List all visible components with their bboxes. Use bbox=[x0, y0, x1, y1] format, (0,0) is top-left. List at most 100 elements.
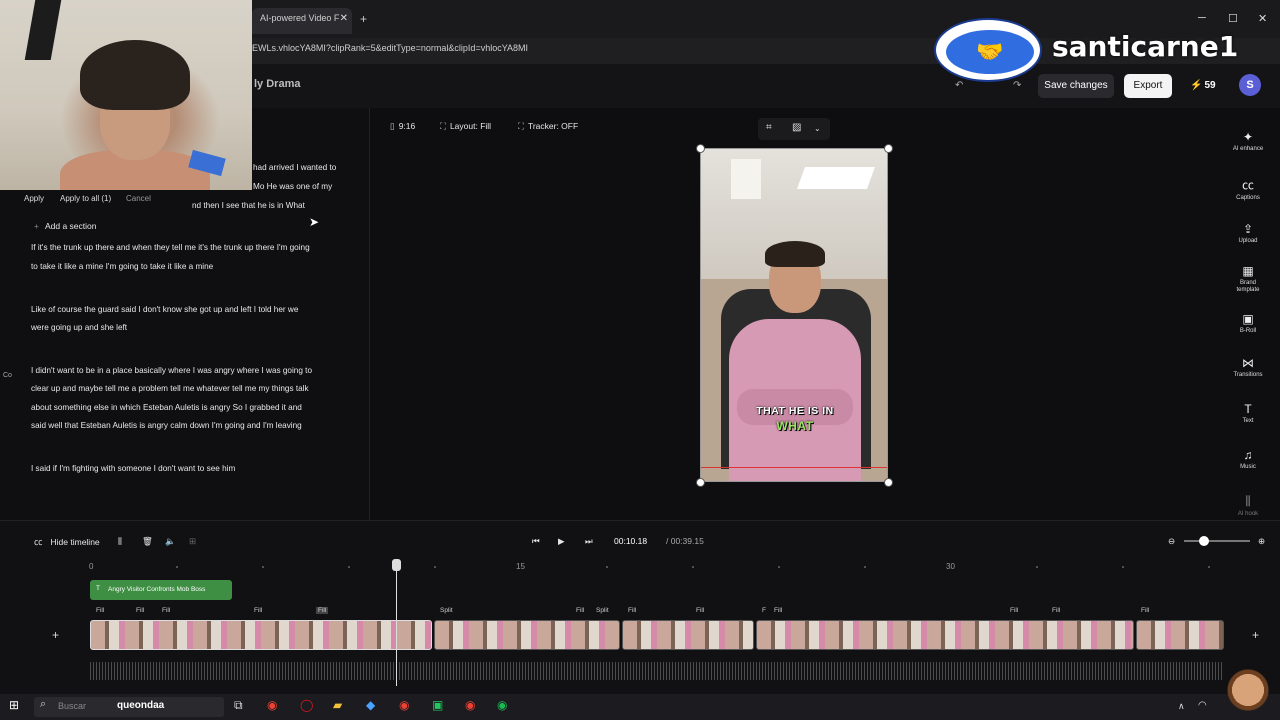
tool-label: Music bbox=[1240, 464, 1256, 470]
aspect-ratio-button[interactable]: ▯ 9:16 bbox=[390, 121, 415, 132]
mouse-cursor-icon: ➤ bbox=[309, 215, 320, 229]
zoom-slider[interactable] bbox=[1184, 540, 1250, 542]
trash-icon[interactable]: 🗑 bbox=[142, 536, 153, 547]
tool-label: Captions bbox=[1236, 195, 1260, 201]
clip-label: Fill bbox=[774, 607, 783, 614]
close-window-icon[interactable]: ✕ bbox=[1258, 12, 1267, 25]
transcript-line[interactable]: If it's the trunk up there and when they… bbox=[31, 243, 310, 252]
resize-handle[interactable] bbox=[884, 478, 893, 487]
add-clip-before-button[interactable]: + bbox=[52, 628, 59, 642]
clip-label: Fill bbox=[1052, 607, 1061, 614]
volume-icon[interactable]: 🔈 bbox=[165, 536, 176, 547]
opera-icon[interactable]: ◯ bbox=[300, 698, 313, 712]
chevron-down-icon[interactable]: ⌄ bbox=[814, 124, 821, 133]
tool-transitions[interactable]: ⋈ Transitions bbox=[1216, 356, 1280, 379]
ai-hook-icon: ⫼ bbox=[1245, 494, 1251, 508]
transcript-line[interactable]: I didn't want to be in a place basically… bbox=[31, 366, 312, 375]
transcript-line[interactable]: had arrived I wanted to bbox=[253, 163, 336, 172]
image-icon[interactable]: ▨ bbox=[792, 122, 801, 133]
transcript-line[interactable]: Like of course the guard said I don't kn… bbox=[31, 305, 298, 314]
clip-label: Split bbox=[440, 607, 453, 614]
play-icon[interactable]: ▶ bbox=[558, 536, 565, 547]
transcript-line[interactable]: clear up and maybe tell me a problem tel… bbox=[31, 384, 309, 393]
tool-ai-enhance[interactable]: ✦ AI enhance bbox=[1216, 130, 1280, 153]
transcript-line[interactable]: nd then I see that he is in What bbox=[192, 201, 305, 210]
wifi-icon[interactable]: ◠ bbox=[1198, 700, 1207, 711]
playhead-handle[interactable] bbox=[392, 559, 401, 571]
crop-icon[interactable]: ⌗ bbox=[766, 122, 772, 133]
apply-all-button[interactable]: Apply to all (1) bbox=[60, 194, 111, 203]
windows-start-icon[interactable]: ⊞ bbox=[9, 698, 19, 712]
tray-chevron-icon[interactable]: ∧ bbox=[1178, 701, 1185, 712]
ruler-tick bbox=[1036, 566, 1038, 568]
tool-ai-hook[interactable]: ⫼ AI hook bbox=[1216, 494, 1280, 518]
chrome-active-icon[interactable]: ◉ bbox=[465, 698, 475, 712]
tool-label: Text bbox=[1242, 418, 1254, 424]
tool-upload[interactable]: ⇪ Upload bbox=[1216, 222, 1280, 245]
game-app-icon[interactable]: ▣ bbox=[432, 698, 443, 712]
app-icon[interactable]: ◆ bbox=[366, 698, 375, 712]
video-progress-line bbox=[701, 467, 887, 468]
resize-handle[interactable] bbox=[696, 478, 705, 487]
layout-button[interactable]: ⛶ Layout: Fill bbox=[440, 121, 491, 132]
audio-waveform[interactable] bbox=[90, 662, 1224, 680]
skip-back-icon[interactable]: ⏮ bbox=[532, 536, 540, 547]
chrome-icon[interactable]: ◉ bbox=[399, 698, 409, 712]
add-clip-after-button[interactable]: + bbox=[1252, 628, 1259, 642]
transcript-line[interactable]: were going up and she left bbox=[31, 323, 127, 332]
video-clip[interactable] bbox=[434, 620, 620, 650]
chrome-icon[interactable]: ◉ bbox=[267, 698, 277, 712]
transcript-line[interactable]: about something else in which Esteban Au… bbox=[31, 403, 302, 412]
current-time: 00:10.18 bbox=[614, 536, 648, 546]
cancel-button[interactable]: Cancel bbox=[126, 194, 151, 203]
clip-label: Split bbox=[596, 607, 609, 614]
avatar[interactable]: S bbox=[1239, 74, 1261, 96]
transcript-line[interactable]: I said if I'm fighting with someone I do… bbox=[31, 464, 235, 473]
hide-timeline-button[interactable]: ㏄ Hide timeline bbox=[34, 536, 100, 548]
zoom-slider-handle[interactable] bbox=[1199, 536, 1209, 546]
tool-text[interactable]: T Text bbox=[1216, 402, 1280, 425]
tool-captions[interactable]: ㏄ Captions bbox=[1216, 176, 1280, 202]
search-query-overlay: queondaa bbox=[117, 700, 165, 711]
tool-music[interactable]: ♫ Music bbox=[1216, 448, 1280, 471]
transitions-icon: ⋈ bbox=[1242, 356, 1254, 370]
tab-close-icon[interactable]: ✕ bbox=[340, 13, 348, 24]
resize-handle[interactable] bbox=[696, 144, 705, 153]
zoom-out-icon[interactable]: ⊖ bbox=[1168, 536, 1175, 547]
transcript-line[interactable]: to take it like a mine I'm going to take… bbox=[31, 262, 213, 271]
browser-tab[interactable]: AI-powered Video F ✕ bbox=[252, 8, 352, 34]
task-view-icon[interactable]: ⧉ bbox=[234, 698, 243, 713]
spotify-icon[interactable]: ◉ bbox=[497, 698, 507, 712]
new-tab-button[interactable]: + bbox=[360, 12, 367, 26]
clip-label: Fill bbox=[1141, 607, 1150, 614]
caption-line-1[interactable]: THAT HE IS IN bbox=[701, 405, 887, 417]
address-bar[interactable]: EWLs.vhlocYA8MI?clipRank=5&editType=norm… bbox=[252, 40, 912, 58]
tool-broll[interactable]: ▣ B-Roll bbox=[1216, 312, 1280, 335]
grid-icon: ▦ bbox=[1242, 264, 1254, 278]
add-section-button[interactable]: + Add a section bbox=[34, 221, 96, 231]
section-chip[interactable]: T Angry Visitor Confronts Mob Boss bbox=[90, 580, 232, 600]
apply-button[interactable]: Apply bbox=[24, 194, 44, 203]
tool-brand-template[interactable]: ▦ Brand template bbox=[1216, 264, 1280, 294]
tool-label: Brand template bbox=[1236, 280, 1260, 293]
transcript-line[interactable]: Mo He was one of my bbox=[253, 182, 332, 191]
video-preview[interactable]: THAT HE IS IN WHAT bbox=[700, 148, 888, 482]
video-clip[interactable] bbox=[756, 620, 1134, 650]
ruler-tick bbox=[1122, 566, 1124, 568]
resize-handle[interactable] bbox=[884, 144, 893, 153]
text-icon: T bbox=[1244, 402, 1252, 416]
video-clip[interactable] bbox=[622, 620, 754, 650]
tracker-button[interactable]: ⛶ Tracker: OFF bbox=[518, 121, 578, 132]
tracker-label: Tracker: OFF bbox=[527, 121, 579, 131]
file-explorer-icon[interactable]: ▰ bbox=[333, 698, 342, 712]
video-clip[interactable] bbox=[1136, 620, 1224, 650]
caption-line-2[interactable]: WHAT bbox=[701, 419, 887, 433]
grid-icon[interactable]: ⊞ bbox=[189, 536, 196, 547]
split-icon[interactable]: ⫼ bbox=[118, 536, 122, 547]
playhead[interactable] bbox=[396, 560, 397, 686]
skip-forward-icon[interactable]: ⏭ bbox=[585, 536, 593, 547]
transcript-line[interactable]: said well that Esteban Auletis is angry … bbox=[31, 421, 302, 430]
ruler-label: 15 bbox=[516, 562, 525, 571]
video-clip[interactable] bbox=[90, 620, 432, 650]
zoom-in-icon[interactable]: ⊕ bbox=[1258, 536, 1265, 547]
